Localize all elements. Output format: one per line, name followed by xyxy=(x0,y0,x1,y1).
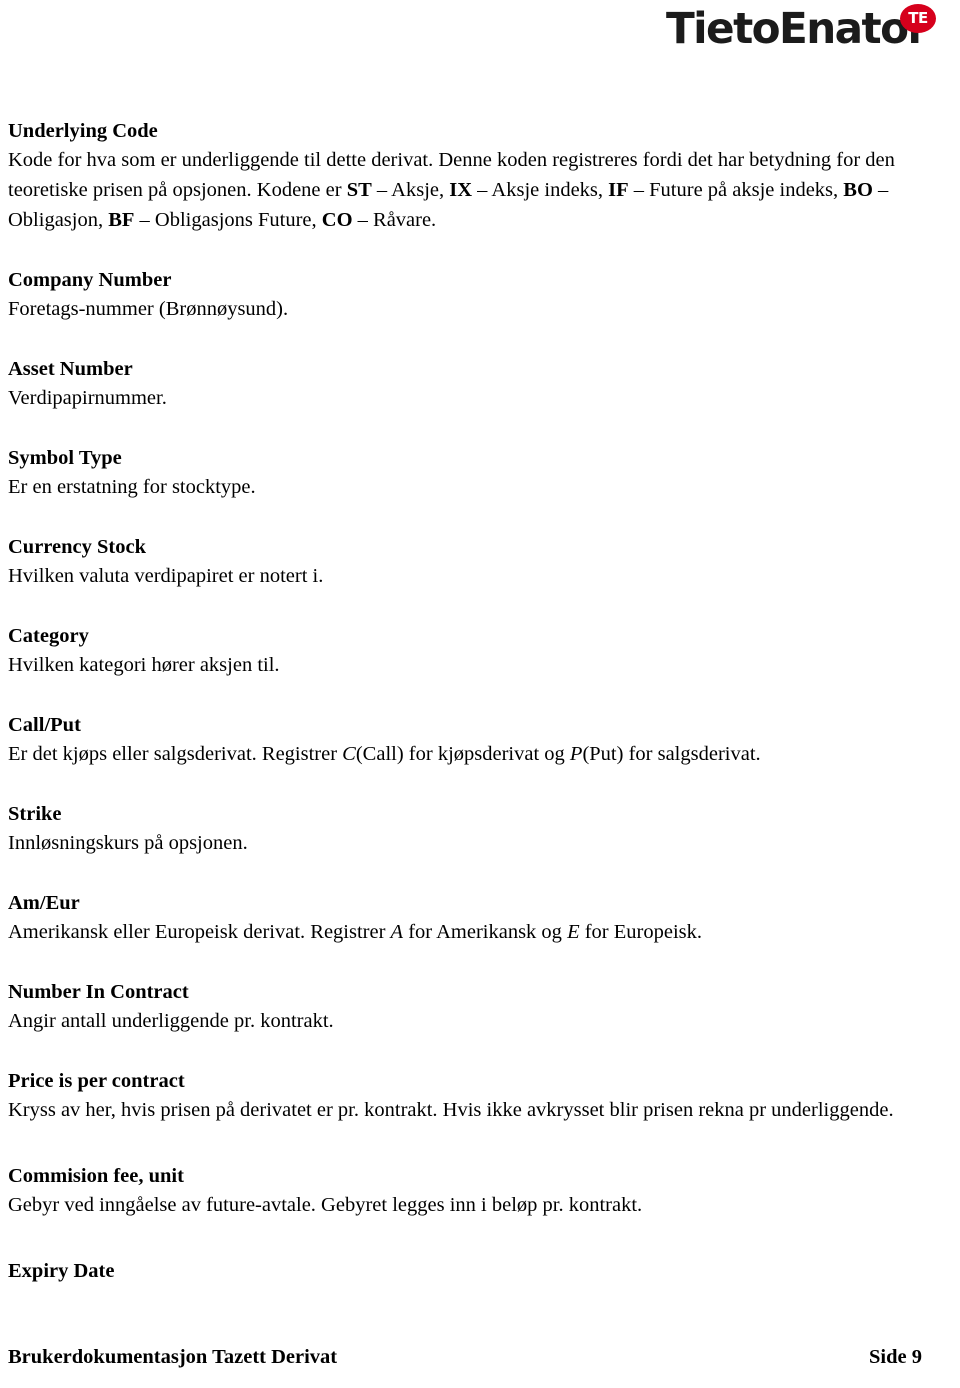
section-strike: Strike Innløsningskurs på opsjonen. xyxy=(8,801,906,858)
section-underlying-code: Underlying Code Kode for hva som er unde… xyxy=(8,118,906,235)
body-commision-fee-unit: Gebyr ved inngåelse av future-avtale. Ge… xyxy=(8,1194,643,1216)
body-currency-stock: Hvilken valuta verdipapiret er notert i. xyxy=(8,565,324,587)
section-commision-fee-unit: Commision fee, unit Gebyr ved inngåelse … xyxy=(8,1163,906,1220)
heading-category: Category xyxy=(8,625,89,647)
section-company-number: Company Number Foretags-nummer (Brønnøys… xyxy=(8,267,906,324)
section-currency-stock: Currency Stock Hvilken valuta verdipapir… xyxy=(8,534,906,591)
page-footer: Brukerdokumentasjon Tazett Derivat Side … xyxy=(8,1344,922,1370)
body-strike: Innløsningskurs på opsjonen. xyxy=(8,832,248,854)
heading-number-in-contract: Number In Contract xyxy=(8,981,189,1003)
body-price-is-per-contract: Kryss av her, hvis prisen på derivatet e… xyxy=(8,1099,894,1121)
heading-company-number: Company Number xyxy=(8,269,172,291)
section-am-eur: Am/Eur Amerikansk eller Europeisk deriva… xyxy=(8,890,906,947)
footer-document-title: Brukerdokumentasjon Tazett Derivat xyxy=(8,1346,338,1368)
heading-underlying-code: Underlying Code xyxy=(8,120,158,142)
section-price-is-per-contract: Price is per contract Kryss av her, hvis… xyxy=(8,1068,906,1125)
body-am-eur: Amerikansk eller Europeisk derivat. Regi… xyxy=(8,921,702,943)
body-number-in-contract: Angir antall underliggende pr. kontrakt. xyxy=(8,1010,334,1032)
heading-commision-fee-unit: Commision fee, unit xyxy=(8,1165,184,1187)
heading-am-eur: Am/Eur xyxy=(8,892,80,914)
section-expiry-date: Expiry Date xyxy=(8,1258,906,1285)
page-header: TietoEnator TE xyxy=(0,0,960,100)
heading-symbol-type: Symbol Type xyxy=(8,447,122,469)
logo-wordmark: TietoEnator xyxy=(665,4,928,54)
section-symbol-type: Symbol Type Er en erstatning for stockty… xyxy=(8,445,906,502)
body-asset-number: Verdipapirnummer. xyxy=(8,387,167,409)
te-badge-label: TE xyxy=(908,9,928,27)
body-underlying-code: Kode for hva som er underliggende til de… xyxy=(8,149,895,231)
heading-call-put: Call/Put xyxy=(8,714,81,736)
heading-asset-number: Asset Number xyxy=(8,358,133,380)
section-call-put: Call/Put Er det kjøps eller salgsderivat… xyxy=(8,712,906,769)
body-category: Hvilken kategori hører aksjen til. xyxy=(8,654,280,676)
heading-currency-stock: Currency Stock xyxy=(8,536,146,558)
heading-price-is-per-contract: Price is per contract xyxy=(8,1070,185,1092)
body-company-number: Foretags-nummer (Brønnøysund). xyxy=(8,298,289,320)
section-category: Category Hvilken kategori hører aksjen t… xyxy=(8,623,906,680)
te-badge-icon: TE xyxy=(900,4,936,33)
footer-page-number: Side 9 xyxy=(869,1346,922,1368)
document-body: Underlying Code Kode for hva som er unde… xyxy=(8,118,906,1307)
section-asset-number: Asset Number Verdipapirnummer. xyxy=(8,356,906,413)
tietoenator-logo: TietoEnator TE xyxy=(665,4,936,54)
body-call-put: Er det kjøps eller salgsderivat. Registr… xyxy=(8,743,761,765)
heading-expiry-date: Expiry Date xyxy=(8,1260,115,1282)
section-number-in-contract: Number In Contract Angir antall underlig… xyxy=(8,979,906,1036)
heading-strike: Strike xyxy=(8,803,62,825)
body-symbol-type: Er en erstatning for stocktype. xyxy=(8,476,256,498)
